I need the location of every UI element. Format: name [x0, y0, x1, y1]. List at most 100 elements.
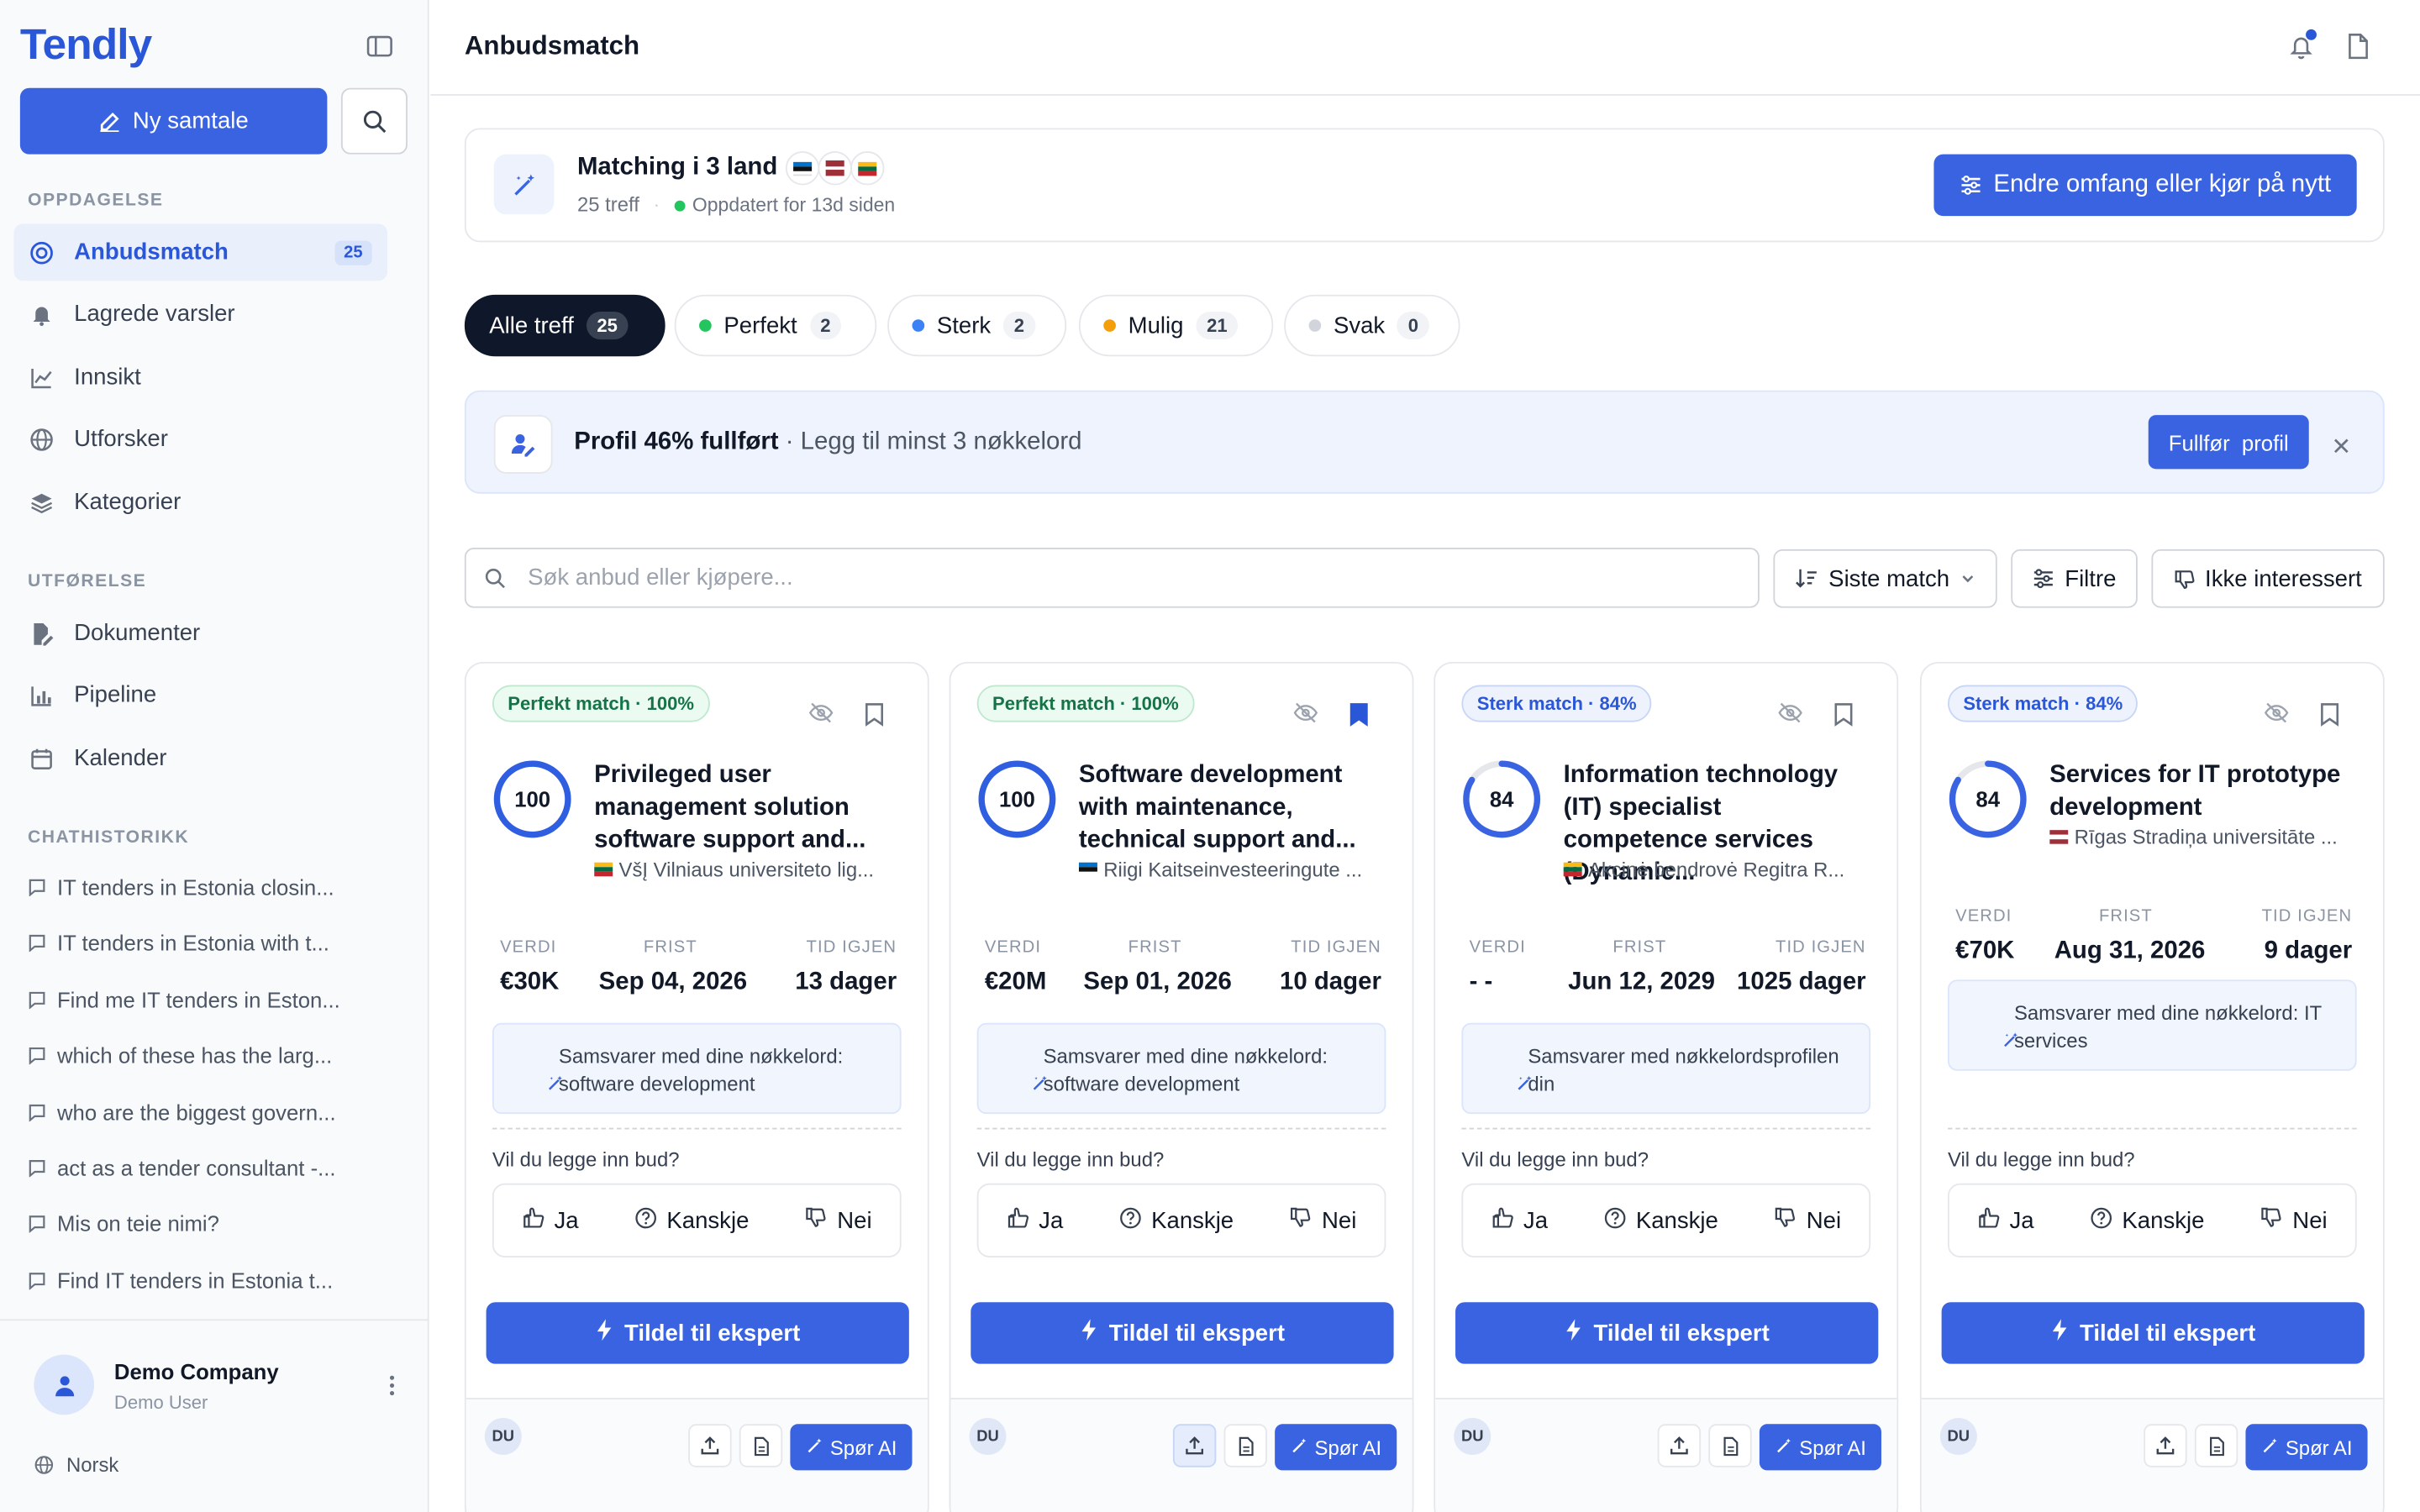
vote-no-button[interactable]: Nei: [2260, 1205, 2328, 1235]
vote-maybe-button[interactable]: Kanskje: [1119, 1205, 1234, 1235]
document-icon[interactable]: [2346, 33, 2370, 68]
vote-yes-button[interactable]: Ja: [1977, 1205, 2034, 1235]
bookmark-icon[interactable]: [1349, 702, 1369, 735]
filter-label: Svak: [1333, 312, 1386, 339]
tender-title[interactable]: Software development with maintenance, t…: [1079, 759, 1387, 857]
vote-maybe-button[interactable]: Kanskje: [2090, 1205, 2205, 1235]
filter-pill-alle-treff[interactable]: Alle treff 25: [464, 294, 666, 357]
thumbs-down-icon: [2260, 1205, 2284, 1235]
updated-text: Oppdatert for 13d siden: [692, 193, 896, 216]
tender-card[interactable]: Perfekt match · 100% 100 Privileged user m…: [464, 661, 929, 1512]
sidebar-item-anbudsmatch[interactable]: Anbudsmatch 25: [13, 223, 388, 281]
vote-no-button[interactable]: Nei: [805, 1205, 872, 1235]
search-input[interactable]: Søk anbud eller kjøpere...: [464, 548, 1760, 608]
assign-expert-button[interactable]: Tildel til ekspert: [486, 1302, 909, 1364]
vote-maybe-button[interactable]: Kanskje: [634, 1205, 749, 1235]
sidebar-search-button[interactable]: [340, 87, 408, 155]
vote-no-button[interactable]: Nei: [1774, 1205, 1841, 1235]
rerun-button[interactable]: Endre omfang eller kjør på nytt: [1933, 154, 2357, 217]
assign-expert-button[interactable]: Tildel til ekspert: [1941, 1302, 2365, 1364]
sidebar-item-pipeline[interactable]: Pipeline: [14, 666, 387, 723]
time-left-label: TID IGJEN: [1776, 937, 1866, 957]
assignee-avatar[interactable]: DU: [969, 1417, 1007, 1456]
hide-eye-off-icon[interactable]: [2264, 702, 2289, 732]
buyer-label: Rīgas Stradiņa universitāte ...: [2074, 825, 2338, 849]
tender-title[interactable]: Privileged user management solution soft…: [594, 759, 902, 857]
tender-value: €20M: [984, 969, 1047, 995]
vote-maybe-label: Kanskje: [2122, 1207, 2205, 1234]
ask-ai-label: Spør AI: [2285, 1436, 2353, 1459]
assign-expert-button[interactable]: Tildel til ekspert: [971, 1302, 1394, 1364]
file-text-icon[interactable]: [1223, 1424, 1267, 1467]
bid-question: Vil du legge inn bud?: [492, 1147, 680, 1172]
ask-ai-button[interactable]: Spør AI: [790, 1424, 913, 1471]
assignee-avatar[interactable]: DU: [1454, 1417, 1491, 1456]
upload-icon[interactable]: [1657, 1424, 1702, 1467]
ask-ai-label: Spør AI: [1314, 1436, 1382, 1459]
vote-no-button[interactable]: Nei: [1289, 1205, 1356, 1235]
complete-profile-button[interactable]: Fullfør profil: [2148, 415, 2309, 470]
sidebar-item-label: Innsikt: [74, 364, 141, 391]
hide-eye-off-icon[interactable]: [808, 702, 834, 732]
filter-pill-svak[interactable]: Svak 0: [1284, 294, 1460, 357]
ask-ai-label: Spør AI: [1799, 1436, 1866, 1459]
language-selector[interactable]: Norsk: [34, 1453, 118, 1477]
ask-ai-button[interactable]: Spør AI: [1275, 1424, 1397, 1471]
assign-expert-button[interactable]: Tildel til ekspert: [1455, 1302, 1879, 1364]
message-icon: [29, 1047, 45, 1065]
vote-yes-button[interactable]: Ja: [1491, 1205, 1548, 1235]
assignee-avatar[interactable]: DU: [1939, 1417, 1977, 1456]
sidebar-item-label: Pipeline: [74, 681, 157, 709]
chat-history-item[interactable]: Mis on teie nimi?: [28, 1212, 382, 1236]
file-text-icon[interactable]: [739, 1424, 783, 1467]
vote-yes-button[interactable]: Ja: [522, 1205, 579, 1235]
chat-history-item[interactable]: who are the biggest govern...: [28, 1100, 382, 1124]
filter-pill-sterk[interactable]: Sterk 2: [887, 294, 1067, 357]
ask-ai-button[interactable]: Spør AI: [2245, 1424, 2368, 1471]
bookmark-icon[interactable]: [865, 702, 885, 735]
sidebar-item-kategorier[interactable]: Kategorier: [14, 474, 387, 531]
time-left-label: TID IGJEN: [806, 937, 897, 957]
bookmark-icon[interactable]: [2320, 702, 2340, 735]
not-interested-button[interactable]: Ikke interessert: [2151, 549, 2385, 608]
upload-icon[interactable]: [1172, 1424, 1217, 1467]
chat-history-item[interactable]: act as a tender consultant -...: [28, 1156, 382, 1180]
sidebar-item-lagrede-varsler[interactable]: Lagrede varsler: [14, 286, 387, 343]
tender-card[interactable]: Sterk match · 84% 84 Services for IT proto…: [1919, 661, 2385, 1512]
sidebar-item-utforsker[interactable]: Utforsker: [14, 411, 387, 468]
sidebar-item-innsikt[interactable]: Innsikt: [14, 349, 387, 406]
file-text-icon[interactable]: [2194, 1424, 2238, 1467]
hide-eye-off-icon[interactable]: [1293, 702, 1318, 732]
chat-history-item[interactable]: IT tenders in Estonia closin...: [28, 874, 382, 900]
sliders-icon: [1960, 176, 1980, 195]
filter-pill-mulig[interactable]: Mulig 21: [1078, 294, 1274, 357]
upload-icon[interactable]: [688, 1424, 732, 1467]
file-text-icon[interactable]: [1708, 1424, 1752, 1467]
chat-history-item[interactable]: Find me IT tenders in Eston...: [28, 987, 382, 1012]
user-profile[interactable]: Demo Company Demo User Norsk: [0, 1319, 429, 1512]
sidebar-item-dokumenter[interactable]: Dokumenter: [14, 605, 387, 662]
ask-ai-button[interactable]: Spør AI: [1759, 1424, 1881, 1471]
close-icon[interactable]: [2333, 433, 2349, 461]
hide-eye-off-icon[interactable]: [1778, 702, 1802, 732]
filters-button[interactable]: Filtre: [2011, 549, 2138, 608]
sidebar-item-kalender[interactable]: Kalender: [14, 730, 387, 787]
vote-yes-button[interactable]: Ja: [1007, 1205, 1063, 1235]
thumbs-up-icon: [522, 1205, 545, 1235]
assignee-avatar[interactable]: DU: [484, 1417, 522, 1456]
upload-icon[interactable]: [2144, 1424, 2187, 1467]
more-vertical-icon[interactable]: [389, 1375, 395, 1404]
sidebar-toggle-icon[interactable]: [366, 33, 397, 64]
vote-maybe-button[interactable]: Kanskje: [1603, 1205, 1718, 1235]
chat-history-item[interactable]: IT tenders in Estonia with t...: [28, 931, 382, 956]
new-chat-button[interactable]: Ny samtale: [19, 87, 328, 155]
divider: [1947, 1127, 2357, 1130]
filter-pill-perfekt[interactable]: Perfekt 2: [674, 294, 877, 357]
chat-history-item[interactable]: which of these has the larg...: [28, 1043, 382, 1068]
tender-card[interactable]: Sterk match · 84% 84 Information technolog…: [1434, 661, 1899, 1512]
chat-history-item[interactable]: Find IT tenders in Estonia t...: [28, 1268, 382, 1293]
tender-title[interactable]: Services for IT prototype development: [2049, 759, 2358, 824]
sort-dropdown[interactable]: Siste match: [1773, 549, 1997, 608]
bookmark-icon[interactable]: [1833, 702, 1854, 735]
tender-card[interactable]: Perfekt match · 100% 100 Software developm…: [949, 661, 1414, 1512]
